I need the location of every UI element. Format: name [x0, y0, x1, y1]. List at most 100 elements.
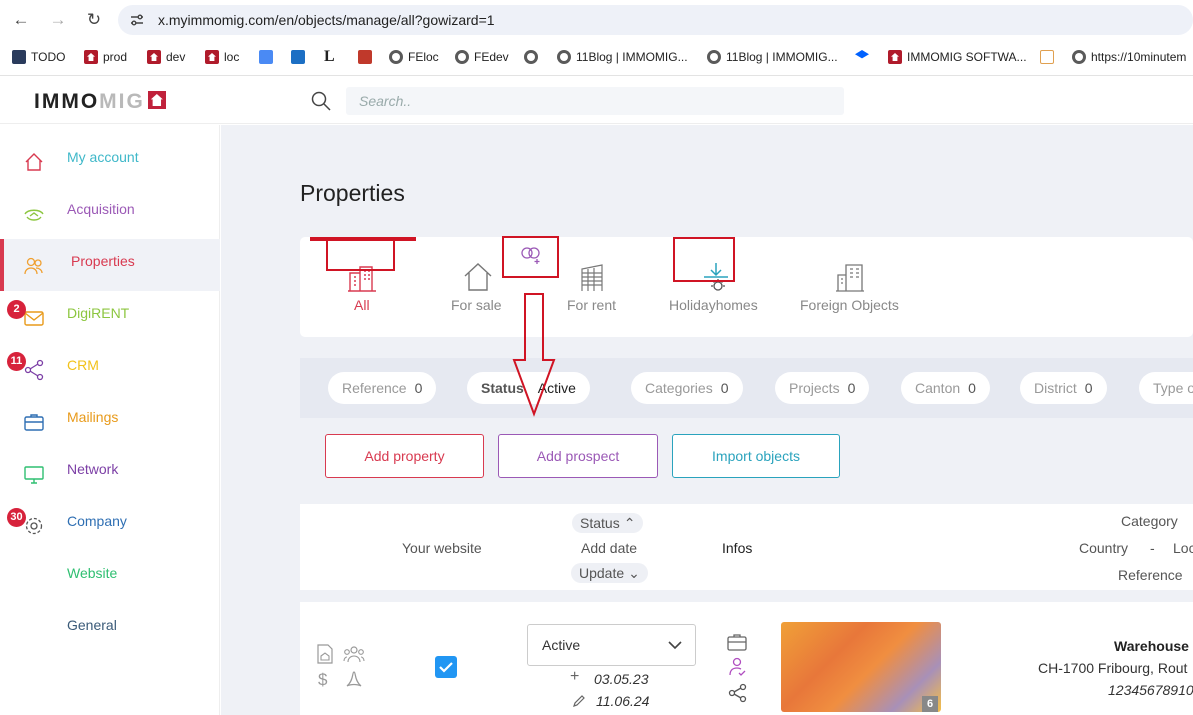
sidebar-item-my-account[interactable]: My account [0, 135, 220, 187]
contacts-icon[interactable] [343, 644, 365, 664]
status-select[interactable]: Active [527, 624, 696, 666]
share-icon[interactable] [728, 683, 748, 703]
sidebar-item-website[interactable]: Website [0, 551, 220, 603]
red-favicon-icon [358, 50, 372, 64]
property-title[interactable]: Warehouse [1114, 638, 1189, 654]
chevron-up-icon: ⌃ [623, 515, 636, 531]
sidebar-item-label: Company [67, 513, 127, 529]
column-category: Category [1121, 513, 1178, 529]
filter-district[interactable]: District 0 [1020, 372, 1107, 404]
filter-value: 0 [847, 380, 856, 396]
sidebar-item-mailings[interactable]: Mailings [0, 395, 220, 447]
bookmark-fedev[interactable]: FEdev [455, 49, 509, 67]
bookmark-11blog-2[interactable]: 11Blog | IMMOMIG... [707, 49, 838, 67]
sort-status[interactable]: Status ⌃ [572, 513, 644, 533]
column-infos: Infos [722, 540, 753, 556]
import-objects-button[interactable]: Import objects [672, 434, 840, 478]
tab-label: Holidayhomes [669, 297, 758, 313]
tab-label: For rent [567, 297, 617, 313]
home-icon [25, 153, 43, 171]
column-separator: - [1150, 540, 1155, 556]
price-icon[interactable]: $ [318, 670, 327, 690]
add-property-button[interactable]: Add property [325, 434, 484, 478]
bookmark-prod[interactable]: prod [84, 49, 127, 67]
search-input[interactable] [346, 87, 844, 115]
mail-icon [291, 50, 305, 64]
bookmark-label: 11Blog | IMMOMIG... [576, 50, 688, 64]
annotation-box-all [326, 239, 395, 271]
filter-type[interactable]: Type o [1139, 372, 1193, 404]
bookmark-label: loc [224, 50, 240, 64]
sidebar-item-network[interactable]: Network [0, 447, 220, 499]
briefcase-icon[interactable] [727, 633, 747, 651]
sidebar-item-acquisition[interactable]: Acquisition [0, 187, 220, 239]
notification-badge: 11 [7, 352, 26, 371]
tab-for-rent[interactable]: For rent [558, 237, 628, 337]
forward-icon[interactable]: → [47, 9, 69, 31]
address-bar[interactable]: x.myimmomig.com/en/objects/manage/all?go… [118, 5, 1193, 35]
document-house-icon[interactable] [316, 644, 334, 664]
bookmark-translate[interactable] [259, 49, 278, 67]
globe-icon [389, 50, 403, 64]
search-icon[interactable] [311, 91, 331, 111]
site-settings-icon[interactable] [130, 13, 144, 27]
logo-part-a: IMMO [34, 90, 100, 113]
status-select-value: Active [542, 637, 581, 653]
reload-icon[interactable]: ↻ [83, 9, 105, 31]
filter-projects[interactable]: Projects 0 [775, 372, 870, 404]
skyscraper-icon [581, 264, 603, 291]
filter-canton[interactable]: Canton 0 [901, 372, 990, 404]
notification-badge: 30 [7, 508, 26, 527]
bookmark-immomig-software[interactable]: IMMOMIG SOFTWA... [888, 49, 1027, 67]
bookmark-l-icon[interactable]: L [324, 49, 335, 67]
filter-label: District [1034, 380, 1077, 396]
bookmark-todo[interactable]: TODO [12, 49, 65, 67]
add-prospect-button[interactable]: Add prospect [498, 434, 658, 478]
column-reference: Reference [1118, 567, 1183, 583]
bookmark-label: 11Blog | IMMOMIG... [726, 50, 838, 64]
checkmark-icon [439, 662, 453, 673]
bookmark-loc[interactable]: loc [205, 49, 239, 67]
annotation-arrow-icon [512, 293, 556, 417]
bookmark-label: https://10minutem [1091, 50, 1187, 64]
update-date-value: 11.06.24 [596, 693, 650, 709]
bookmark-mail[interactable] [291, 49, 310, 67]
sidebar-item-label: DigiRENT [67, 305, 130, 321]
globe-icon [524, 50, 538, 64]
briefcase-icon [24, 414, 44, 431]
bookmark-globe[interactable] [524, 49, 543, 67]
property-thumbnail[interactable]: 6 [781, 622, 941, 712]
back-icon[interactable]: ← [10, 9, 32, 31]
property-type-tabs: All For sale For rent Holidayhomes Forei… [300, 237, 1193, 337]
sort-update-label: Update [579, 565, 625, 581]
sidebar-item-company[interactable]: 30 Company [0, 499, 220, 551]
filter-categories[interactable]: Categories 0 [631, 372, 743, 404]
pdf-icon[interactable] [344, 670, 364, 690]
sort-update[interactable]: Update ⌄ [571, 563, 648, 583]
sidebar-item-label: Properties [71, 253, 135, 269]
bookmark-dev[interactable]: dev [147, 49, 185, 67]
immomig-logo[interactable]: IMMOMIG [34, 90, 166, 114]
pencil-icon [573, 695, 585, 707]
sidebar-item-properties[interactable]: Properties [0, 239, 220, 291]
sidebar-item-general[interactable]: General [0, 603, 220, 655]
filter-label: Type o [1153, 380, 1193, 396]
bookmark-dropbox[interactable] [855, 49, 874, 67]
tab-foreign-objects[interactable]: Foreign Objects [798, 237, 906, 337]
users-icon [24, 257, 43, 275]
bookmark-11blog-1[interactable]: 11Blog | IMMOMIG... [557, 49, 688, 67]
chevron-down-icon: ⌄ [628, 565, 640, 581]
bookmark-m[interactable] [1040, 49, 1059, 67]
sort-status-label: Status [580, 515, 620, 531]
website-checkbox[interactable] [435, 656, 457, 678]
bookmark-red[interactable] [358, 49, 377, 67]
filter-reference[interactable]: Reference 0 [328, 372, 437, 404]
bookmark-label: TODO [31, 50, 66, 64]
sidebar-item-crm[interactable]: 11 CRM [0, 343, 220, 395]
user-check-icon[interactable] [729, 657, 747, 677]
filter-value: 0 [968, 380, 976, 396]
bookmark-feloc[interactable]: FEloc [389, 49, 439, 67]
bookmark-favicon-icon [12, 50, 26, 64]
sidebar-item-digirent[interactable]: 2 DigiRENT [0, 291, 220, 343]
bookmark-10minute[interactable]: https://10minutem [1072, 49, 1186, 67]
